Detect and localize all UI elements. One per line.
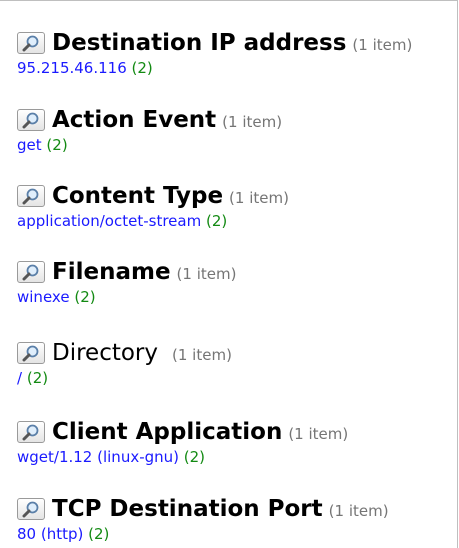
facet-header: Destination IP address (1 item) [17,28,412,58]
facet-value-row: / (2) [17,369,232,387]
facet-title: TCP Destination Port [52,496,323,522]
facet-client-application: Client Application (1 item) wget/1.12 (l… [17,417,348,466]
facet-value-link[interactable]: 80 (http) [17,525,83,543]
facet-item-count: (1 item) [288,425,349,443]
facet-value-count: (2) [205,212,228,230]
facet-item-count: (1 item) [328,502,389,520]
facet-title: Directory [52,340,159,366]
magnifier-icon[interactable] [17,109,45,131]
facet-value-link[interactable]: application/octet-stream [17,212,201,230]
facet-action-event: Action Event (1 item) get (2) [17,105,282,154]
facet-item-count: (1 item) [222,113,283,131]
facet-header: TCP Destination Port (1 item) [17,494,389,524]
facet-value-link[interactable]: winexe [17,288,70,306]
facet-value-link[interactable]: 95.215.46.116 [17,59,127,77]
magnifier-icon[interactable] [17,498,45,520]
facet-directory: Directory (1 item) / (2) [17,338,232,387]
facet-value-row: winexe (2) [17,288,236,306]
facet-value-count: (2) [183,448,206,466]
facet-header: Directory (1 item) [17,338,232,368]
magnifier-icon[interactable] [17,342,45,364]
magnifier-icon[interactable] [17,32,45,54]
facet-item-count: (1 item) [229,189,289,207]
facet-value-link[interactable]: wget/1.12 (linux-gnu) [17,448,179,466]
magnifier-icon[interactable] [17,261,45,283]
facet-value-count: (2) [131,59,153,77]
facet-value-link[interactable]: get [17,136,42,154]
facet-value-link[interactable]: / [17,369,22,387]
facet-value-row: application/octet-stream (2) [17,212,289,230]
facet-title: Action Event [52,107,217,133]
facet-title: Destination IP address [52,30,347,56]
facet-value-count: (2) [46,136,68,154]
facet-header: Filename (1 item) [17,257,236,287]
facet-value-row: 80 (http) (2) [17,525,389,543]
facet-value-row: wget/1.12 (linux-gnu) (2) [17,448,348,466]
facet-tcp-destination-port: TCP Destination Port (1 item) 80 (http) … [17,494,389,543]
facet-header: Client Application (1 item) [17,417,348,447]
facet-title: Filename [52,259,171,285]
magnifier-icon[interactable] [17,421,45,443]
facet-item-count: (1 item) [172,346,232,364]
facet-header: Content Type (1 item) [17,181,289,211]
facet-header: Action Event (1 item) [17,105,282,135]
facet-value-row: 95.215.46.116 (2) [17,59,412,77]
facet-value-count: (2) [26,369,49,387]
facet-destination-ip: Destination IP address (1 item) 95.215.4… [17,28,412,77]
facet-content-type: Content Type (1 item) application/octet-… [17,181,289,230]
facet-filename: Filename (1 item) winexe (2) [17,257,236,306]
facet-title: Content Type [52,183,224,209]
facet-value-count: (2) [88,525,110,543]
facet-item-count: (1 item) [352,36,413,54]
facet-value-row: get (2) [17,136,282,154]
facet-value-count: (2) [74,288,96,306]
facet-title: Client Application [52,419,283,445]
magnifier-icon[interactable] [17,185,45,207]
facet-item-count: (1 item) [176,265,237,283]
